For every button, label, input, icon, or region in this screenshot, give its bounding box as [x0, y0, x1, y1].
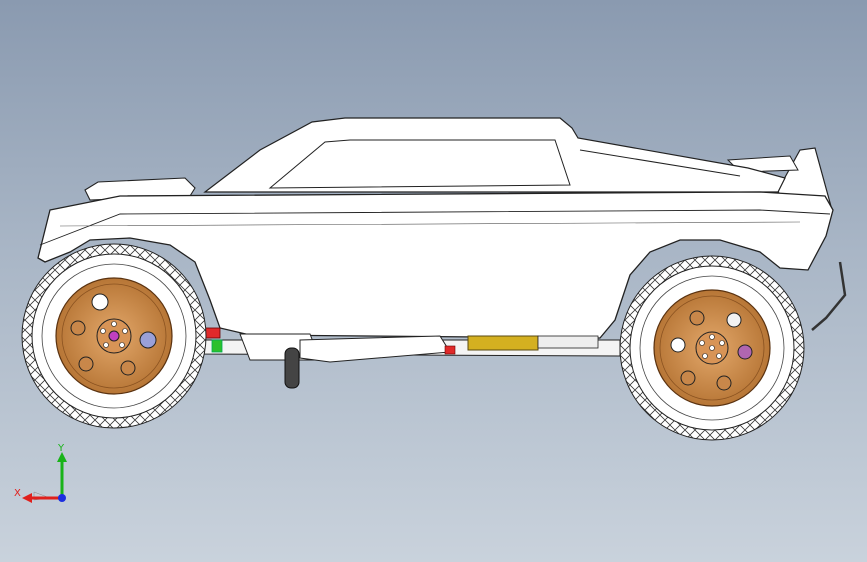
rear-wheel[interactable] [619, 255, 805, 441]
battery-pack [467, 335, 539, 351]
rc-car-model[interactable] [0, 0, 867, 562]
x-axis-label: X [14, 488, 21, 499]
front-wheel[interactable] [21, 243, 207, 429]
exhaust-pipe [284, 347, 300, 389]
green-mount [211, 339, 223, 353]
chassis [197, 327, 621, 389]
z-axis-dot [58, 494, 66, 502]
car-cabin [203, 117, 786, 193]
coordinate-triad: X Y [14, 443, 67, 503]
cad-viewport[interactable]: X Y [0, 0, 867, 562]
rear-bumper-wire [811, 261, 847, 331]
y-axis-label: Y [57, 443, 65, 454]
